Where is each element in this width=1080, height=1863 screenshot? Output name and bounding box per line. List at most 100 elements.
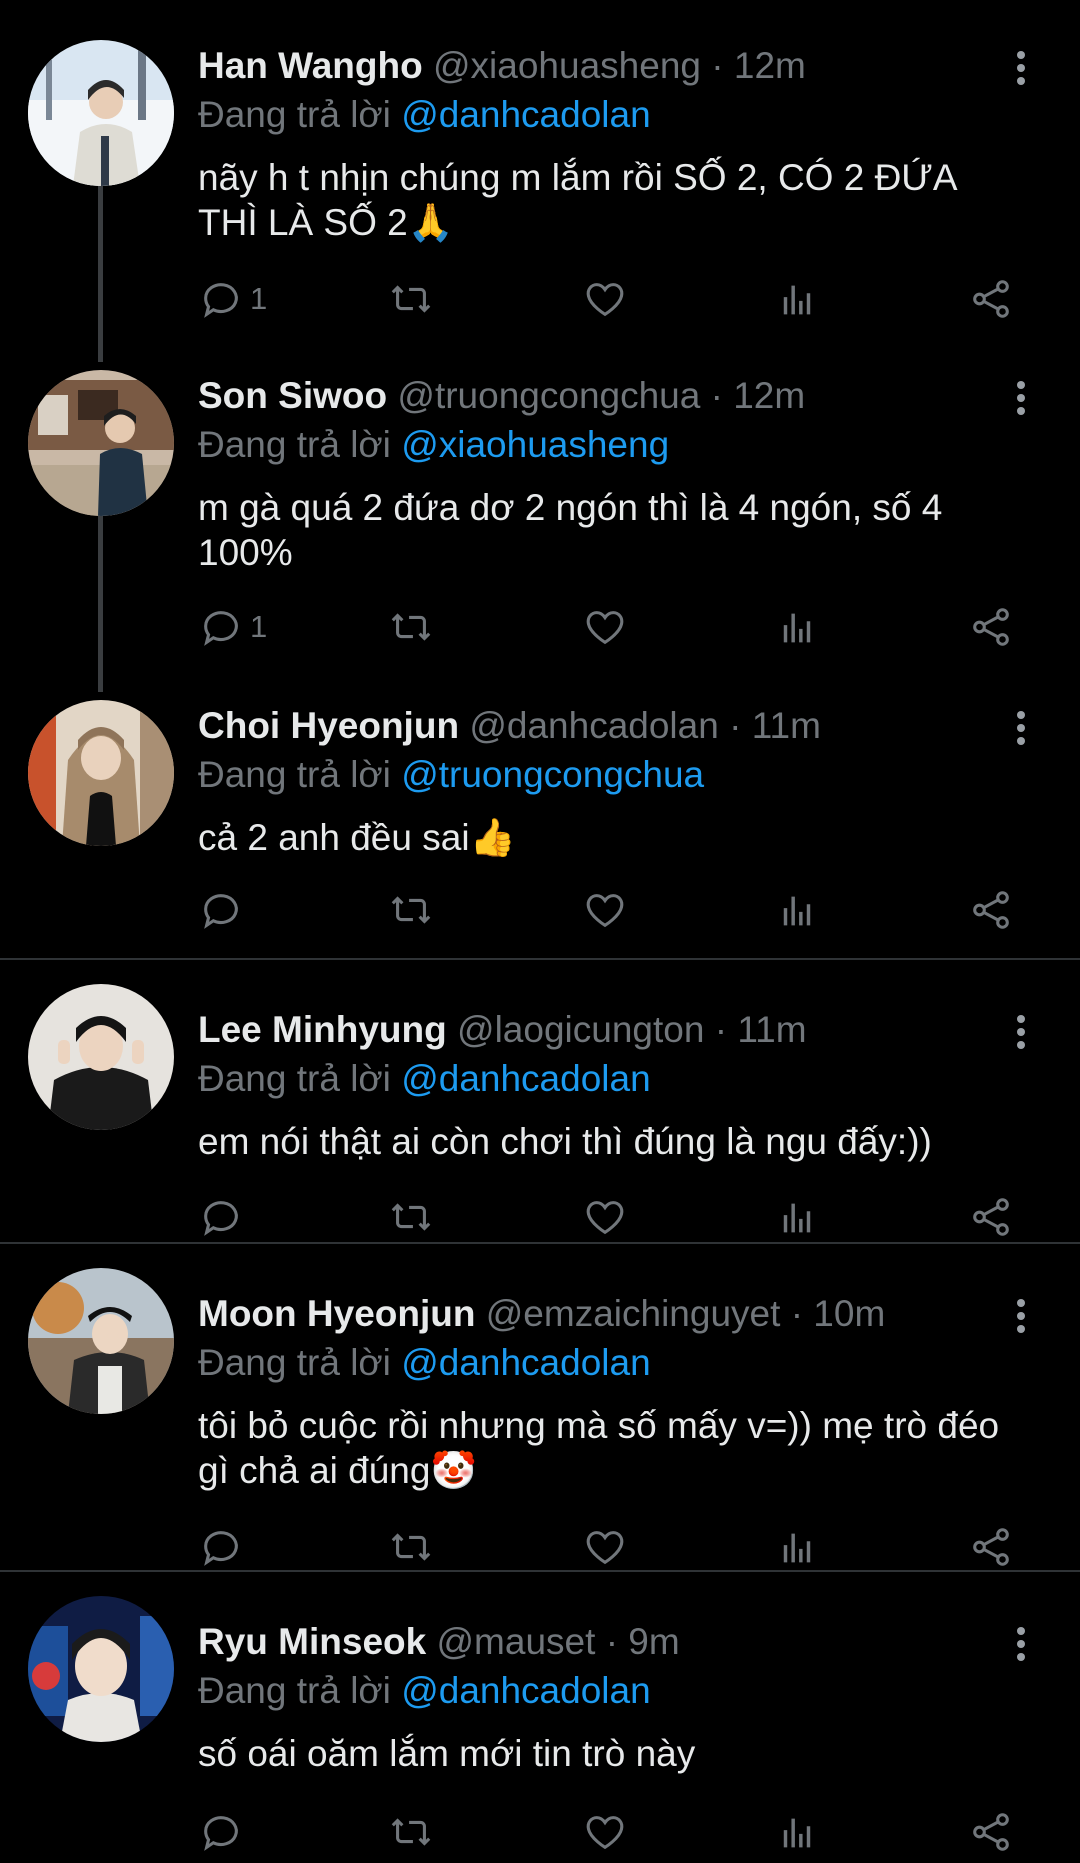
tweet-text: m gà quá 2 đứa dơ 2 ngón thì là 4 ngón, … xyxy=(198,487,943,573)
timestamp[interactable]: 12m xyxy=(733,375,805,416)
reply-context: Đang trả lời @danhcadolan xyxy=(198,1669,651,1713)
reply-count: 1 xyxy=(250,281,268,316)
retweet-icon xyxy=(391,285,431,313)
reply-icon xyxy=(204,611,238,646)
tweet[interactable]: Lee Minhyung @laogicungton · 11m Đang tr… xyxy=(0,944,1080,1242)
user-handle[interactable]: @laogicungton xyxy=(457,1009,704,1050)
display-name[interactable]: Han Wangho xyxy=(198,45,423,86)
reply-icon xyxy=(204,1816,238,1851)
display-name[interactable]: Ryu Minseok xyxy=(198,1621,426,1662)
user-handle[interactable]: @mauset xyxy=(437,1621,596,1662)
views-icon xyxy=(783,896,811,926)
reply-context: Đang trả lời @danhcadolan xyxy=(198,1057,651,1101)
reply-context: Đang trả lời @danhcadolan xyxy=(198,93,651,137)
views-button[interactable] xyxy=(774,274,820,324)
views-icon xyxy=(783,285,811,315)
retweet-button[interactable] xyxy=(388,885,434,935)
tweet-text: số oái oăm lắm mới tin trò này xyxy=(198,1733,696,1774)
more-icon[interactable] xyxy=(1008,48,1034,88)
tweet-text: tôi bỏ cuộc rồi nhưng mà số mấy v=)) mẹ … xyxy=(198,1405,1000,1491)
action-bar xyxy=(198,885,1048,941)
tweet[interactable]: Han Wangho @xiaohuasheng · 12m Đang trả … xyxy=(0,0,1080,362)
avatar[interactable] xyxy=(28,40,174,186)
timestamp[interactable]: 11m xyxy=(737,1009,806,1050)
share-button[interactable] xyxy=(968,602,1014,652)
reply-context: Đang trả lời @xiaohuasheng xyxy=(198,423,669,467)
share-button[interactable] xyxy=(968,885,1014,935)
timestamp[interactable]: 11m xyxy=(752,705,821,746)
reply-prefix: Đang trả lời xyxy=(198,424,391,465)
tweet-text: em nói thật ai còn chơi thì đúng là ngu … xyxy=(198,1121,932,1162)
views-button[interactable] xyxy=(774,602,820,652)
like-icon xyxy=(586,1816,624,1850)
reply-context: Đang trả lời @truongcongchua xyxy=(198,753,704,797)
like-icon xyxy=(586,894,624,928)
retweet-icon xyxy=(391,896,431,924)
reply-button[interactable]: 1 xyxy=(198,274,267,324)
reply-mention[interactable]: @danhcadolan xyxy=(401,1058,650,1099)
timestamp[interactable]: 9m xyxy=(628,1621,679,1662)
separator-dot: · xyxy=(710,375,723,416)
more-icon[interactable] xyxy=(1008,708,1034,748)
user-handle[interactable]: @xiaohuasheng xyxy=(433,45,701,86)
avatar[interactable] xyxy=(28,1596,174,1742)
display-name[interactable]: Lee Minhyung xyxy=(198,1009,447,1050)
share-icon xyxy=(973,608,1009,646)
share-icon xyxy=(973,280,1009,318)
more-icon[interactable] xyxy=(1008,1624,1034,1664)
share-button[interactable] xyxy=(968,274,1014,324)
tweet-text: nãy h t nhịn chúng m lắm rồi SỐ 2, CÓ 2 … xyxy=(198,157,956,243)
reply-mention[interactable]: @xiaohuasheng xyxy=(401,424,669,465)
user-handle[interactable]: @truongcongchua xyxy=(397,375,700,416)
more-icon[interactable] xyxy=(1008,1012,1034,1052)
separator-dot: · xyxy=(714,1009,728,1050)
like-button[interactable] xyxy=(582,885,628,935)
timestamp[interactable]: 10m xyxy=(813,1293,885,1334)
tweet-header: Ryu Minseok @mauset · 9m xyxy=(198,1620,680,1664)
tweet[interactable]: Ryu Minseok @mauset · 9m Đang trả lời @d… xyxy=(0,1556,1080,1861)
reply-button[interactable]: 1 xyxy=(198,602,267,652)
more-icon[interactable] xyxy=(1008,378,1034,418)
timestamp[interactable]: 12m xyxy=(734,45,806,86)
reply-button[interactable] xyxy=(198,1807,244,1857)
avatar[interactable] xyxy=(28,700,174,846)
retweet-button[interactable] xyxy=(388,602,434,652)
tweet-text: cả 2 anh đều sai👍 xyxy=(198,817,516,858)
user-handle[interactable]: @emzaichinguyet xyxy=(486,1293,781,1334)
tweet-header: Son Siwoo @truongcongchua · 12m xyxy=(198,374,805,418)
avatar[interactable] xyxy=(28,1268,174,1414)
avatar[interactable] xyxy=(28,984,174,1130)
action-bar: 1 xyxy=(198,602,1048,658)
reply-mention[interactable]: @danhcadolan xyxy=(401,1342,650,1383)
more-icon[interactable] xyxy=(1008,1296,1034,1336)
views-button[interactable] xyxy=(774,1807,820,1857)
reply-mention[interactable]: @danhcadolan xyxy=(401,1670,650,1711)
reply-icon xyxy=(204,283,238,318)
reply-count: 1 xyxy=(250,609,268,644)
like-button[interactable] xyxy=(582,1807,628,1857)
tweet[interactable]: Son Siwoo @truongcongchua · 12m Đang trả… xyxy=(0,330,1080,692)
tweet-header: Choi Hyeonjun @danhcadolan · 11m xyxy=(198,704,821,748)
reply-prefix: Đang trả lời xyxy=(198,94,391,135)
retweet-button[interactable] xyxy=(388,274,434,324)
display-name[interactable]: Choi Hyeonjun xyxy=(198,705,459,746)
separator-dot: · xyxy=(729,705,742,746)
user-handle[interactable]: @danhcadolan xyxy=(469,705,718,746)
reply-mention[interactable]: @danhcadolan xyxy=(401,94,650,135)
reply-mention[interactable]: @truongcongchua xyxy=(401,754,704,795)
separator-dot: · xyxy=(605,1621,619,1662)
tweet[interactable]: Moon Hyeonjun @emzaichinguyet · 10m Đang… xyxy=(0,1228,1080,1566)
like-button[interactable] xyxy=(582,274,628,324)
views-button[interactable] xyxy=(774,885,820,935)
avatar[interactable] xyxy=(28,370,174,516)
like-icon xyxy=(586,611,624,645)
tweet[interactable]: Choi Hyeonjun @danhcadolan · 11m Đang tr… xyxy=(0,660,1080,958)
display-name[interactable]: Moon Hyeonjun xyxy=(198,1293,475,1334)
reply-context: Đang trả lời @danhcadolan xyxy=(198,1341,651,1385)
retweet-button[interactable] xyxy=(388,1807,434,1857)
like-button[interactable] xyxy=(582,602,628,652)
display-name[interactable]: Son Siwoo xyxy=(198,375,387,416)
tweet-header: Han Wangho @xiaohuasheng · 12m xyxy=(198,44,806,88)
reply-button[interactable] xyxy=(198,885,244,935)
share-button[interactable] xyxy=(968,1807,1014,1857)
